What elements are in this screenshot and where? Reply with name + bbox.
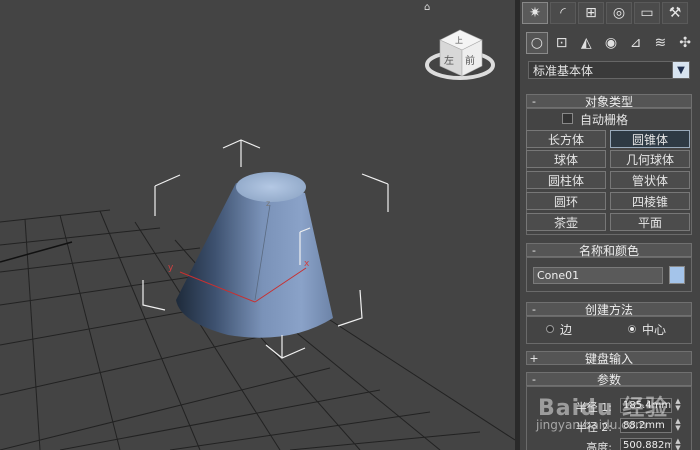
viewcube-left-label[interactable]: 左 xyxy=(444,54,454,67)
viewport-scene[interactable]: y x z 上 左 前 xyxy=(0,0,515,450)
name-color-title: 名称和颜色 xyxy=(578,243,639,258)
grid-axis-line xyxy=(0,241,73,263)
torus-button[interactable]: 圆环 xyxy=(526,192,606,210)
collapse-icon[interactable]: - xyxy=(527,95,541,108)
parameters-title: 参数 xyxy=(596,372,621,387)
expand-icon[interactable]: + xyxy=(527,352,541,365)
radius2-label: 半径 2: xyxy=(575,421,612,434)
autogrid-checkbox[interactable] xyxy=(562,113,573,124)
edge-radio-label: 边 xyxy=(560,323,573,337)
axis-y-label: y xyxy=(168,263,174,273)
cylinder-button[interactable]: 圆柱体 xyxy=(526,171,606,189)
utilities-icon[interactable]: ⚒ xyxy=(662,2,688,24)
height-input[interactable]: 500.882m xyxy=(620,438,672,450)
name-color-rollout-header[interactable]: - 名称和颜色 xyxy=(526,243,692,258)
spacewarps-icon[interactable]: ≋ xyxy=(650,32,672,54)
radius2-spinner[interactable]: ▲ ▼ xyxy=(674,418,682,433)
viewcube-front-label[interactable]: 前 xyxy=(465,54,475,67)
pyramid-button[interactable]: 四棱锥 xyxy=(610,192,690,210)
helpers-icon[interactable]: ⊿ xyxy=(625,32,647,54)
cameras-icon[interactable]: ◉ xyxy=(600,32,622,54)
object-category-value: 标准基本体 xyxy=(533,63,594,78)
edge-radio[interactable] xyxy=(546,325,554,333)
create-subtabs: ○ ⊡ ◭ ◉ ⊿ ≋ ✣ xyxy=(526,32,696,56)
object-type-rollout-header[interactable]: - 对象类型 xyxy=(526,94,692,109)
command-panel-tabs: ✷ ◜ ⊞ ◎ ▭ ⚒ xyxy=(520,0,700,26)
lights-icon[interactable]: ◭ xyxy=(575,32,597,54)
collapse-icon[interactable]: - xyxy=(527,303,541,316)
command-panel: ✷ ◜ ⊞ ◎ ▭ ⚒ ○ ⊡ ◭ ◉ ⊿ ≋ ✣ 标准基本体 ▼ - 对象类型… xyxy=(520,0,700,450)
parameters-rollout-header[interactable]: - 参数 xyxy=(526,372,692,387)
viewcube-top-label[interactable]: 上 xyxy=(455,36,463,45)
creation-method-rollout-header[interactable]: - 创建方法 xyxy=(526,302,692,317)
keyboard-entry-rollout-header[interactable]: + 键盘输入 xyxy=(526,351,692,366)
autogrid-label: 自动栅格 xyxy=(580,113,629,127)
keyboard-entry-title: 键盘输入 xyxy=(584,351,633,366)
modify-icon[interactable]: ◜ xyxy=(550,2,576,24)
teapot-button[interactable]: 茶壶 xyxy=(526,213,606,231)
radius2-input[interactable]: 88.2mm xyxy=(620,418,672,433)
collapse-icon[interactable]: - xyxy=(527,373,541,386)
chevron-down-icon[interactable]: ▼ xyxy=(672,62,689,78)
radius1-input[interactable]: 185.4mm xyxy=(620,398,672,413)
object-color-swatch[interactable] xyxy=(669,266,685,284)
motion-icon[interactable]: ◎ xyxy=(606,2,632,24)
object-category-dropdown[interactable]: 标准基本体 ▼ xyxy=(528,61,690,79)
height-label: 高度: xyxy=(586,441,612,450)
perspective-viewport[interactable]: y x z 上 左 前 ⌂ xyxy=(0,0,515,450)
object-name-input[interactable]: Cone01 xyxy=(533,267,663,284)
cone-object[interactable] xyxy=(176,172,333,338)
viewcube[interactable]: 上 左 前 xyxy=(425,29,495,80)
height-spinner[interactable]: ▲ ▼ xyxy=(674,438,682,450)
tube-button[interactable]: 管状体 xyxy=(610,171,690,189)
center-radio[interactable] xyxy=(628,325,636,333)
center-radio-label: 中心 xyxy=(642,323,667,337)
box-button[interactable]: 长方体 xyxy=(526,130,606,148)
radius1-spinner[interactable]: ▲ ▼ xyxy=(674,398,682,413)
geosphere-button[interactable]: 几何球体 xyxy=(610,150,690,168)
systems-icon[interactable]: ✣ xyxy=(674,32,696,54)
geometry-icon[interactable]: ○ xyxy=(526,32,548,54)
display-icon[interactable]: ▭ xyxy=(634,2,660,24)
create-icon[interactable]: ✷ xyxy=(522,2,548,24)
sphere-button[interactable]: 球体 xyxy=(526,150,606,168)
shapes-icon[interactable]: ⊡ xyxy=(551,32,573,54)
radius1-label: 半径 1: xyxy=(575,401,612,414)
cone-button[interactable]: 圆锥体 xyxy=(610,130,690,148)
collapse-icon[interactable]: - xyxy=(527,244,541,257)
plane-button[interactable]: 平面 xyxy=(610,213,690,231)
axis-x-label: x xyxy=(304,259,310,269)
creation-method-title: 创建方法 xyxy=(584,302,633,317)
hierarchy-icon[interactable]: ⊞ xyxy=(578,2,604,24)
home-icon[interactable]: ⌂ xyxy=(424,2,434,13)
axis-z-label: z xyxy=(266,199,270,208)
object-type-title: 对象类型 xyxy=(584,94,633,109)
